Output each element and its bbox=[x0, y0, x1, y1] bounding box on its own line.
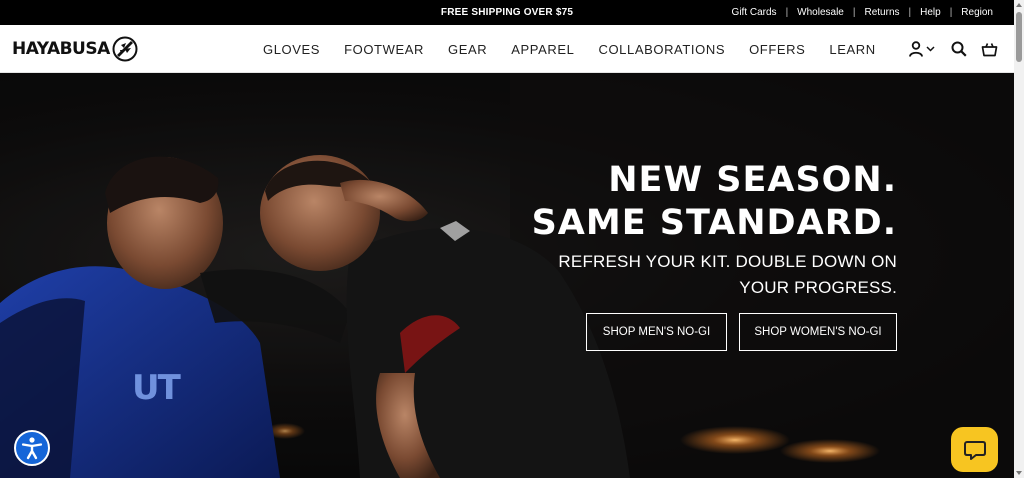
nav-gloves[interactable]: GLOVES bbox=[263, 42, 320, 57]
falcon-logo-icon bbox=[112, 36, 138, 62]
nav-offers[interactable]: OFFERS bbox=[749, 42, 805, 57]
scrollbar-thumb[interactable] bbox=[1016, 12, 1022, 62]
announcement-bar: FREE SHIPPING OVER $75 Gift Cards | Whol… bbox=[0, 0, 1014, 25]
shop-mens-no-gi-button[interactable]: SHOP MEN'S NO-GI bbox=[586, 313, 727, 351]
hero-subheading: REFRESH YOUR KIT. DOUBLE DOWN ON YOUR PR… bbox=[558, 252, 897, 297]
scroll-down-arrow-icon[interactable] bbox=[1016, 471, 1022, 475]
divider: | bbox=[949, 7, 953, 18]
nav-footwear[interactable]: FOOTWEAR bbox=[344, 42, 424, 57]
nav-apparel[interactable]: APPAREL bbox=[511, 42, 574, 57]
chat-bubble-icon bbox=[963, 440, 986, 460]
accessibility-button[interactable] bbox=[14, 430, 50, 466]
hero-headline-line-2: SAME STANDARD. bbox=[531, 203, 897, 243]
utility-links: Gift Cards | Wholesale | Returns | Help … bbox=[732, 0, 993, 25]
nav-gear[interactable]: GEAR bbox=[448, 42, 487, 57]
scroll-up-arrow-icon[interactable] bbox=[1016, 3, 1022, 7]
search-icon bbox=[951, 41, 967, 57]
brand-logo[interactable]: HAYABUSA bbox=[12, 36, 138, 62]
shirt-print: UT bbox=[132, 368, 181, 408]
main-nav: GLOVES FOOTWEAR GEAR APPAREL COLLABORATI… bbox=[263, 25, 900, 73]
hero-copy: NEW SEASON. SAME STANDARD. REFRESH YOUR … bbox=[532, 159, 897, 301]
header-actions bbox=[895, 25, 998, 73]
hero-banner: NEW SEASON. SAME STANDARD. REFRESH YOUR … bbox=[0, 73, 1014, 478]
brand-wordmark: HAYABUSA bbox=[12, 39, 110, 59]
divider: | bbox=[785, 7, 789, 18]
cart-icon bbox=[981, 42, 998, 56]
page-scrollbar[interactable] bbox=[1014, 0, 1024, 478]
account-icon bbox=[909, 41, 923, 57]
divider: | bbox=[852, 7, 856, 18]
search-button[interactable] bbox=[951, 41, 967, 57]
hero-cta-group: SHOP MEN'S NO-GI SHOP WOMEN'S NO-GI bbox=[586, 313, 897, 351]
cart-button[interactable] bbox=[981, 42, 998, 57]
accessibility-icon bbox=[21, 437, 43, 460]
wholesale-link[interactable]: Wholesale bbox=[797, 7, 844, 18]
help-link[interactable]: Help bbox=[920, 7, 941, 18]
hero-headline-line-1: NEW SEASON. bbox=[608, 160, 897, 200]
gift-cards-link[interactable]: Gift Cards bbox=[732, 7, 777, 18]
region-link[interactable]: Region bbox=[961, 7, 993, 18]
shop-womens-no-gi-button[interactable]: SHOP WOMEN'S NO-GI bbox=[739, 313, 897, 351]
nav-collaborations[interactable]: COLLABORATIONS bbox=[598, 42, 725, 57]
chat-button[interactable] bbox=[951, 427, 998, 472]
account-menu[interactable] bbox=[909, 41, 935, 57]
chevron-down-icon bbox=[926, 46, 935, 52]
returns-link[interactable]: Returns bbox=[864, 7, 899, 18]
divider: | bbox=[908, 7, 912, 18]
site-header: HAYABUSA GLOVES FOOTWEAR GEAR APPAREL CO… bbox=[0, 25, 1014, 73]
nav-learn[interactable]: LEARN bbox=[829, 42, 875, 57]
